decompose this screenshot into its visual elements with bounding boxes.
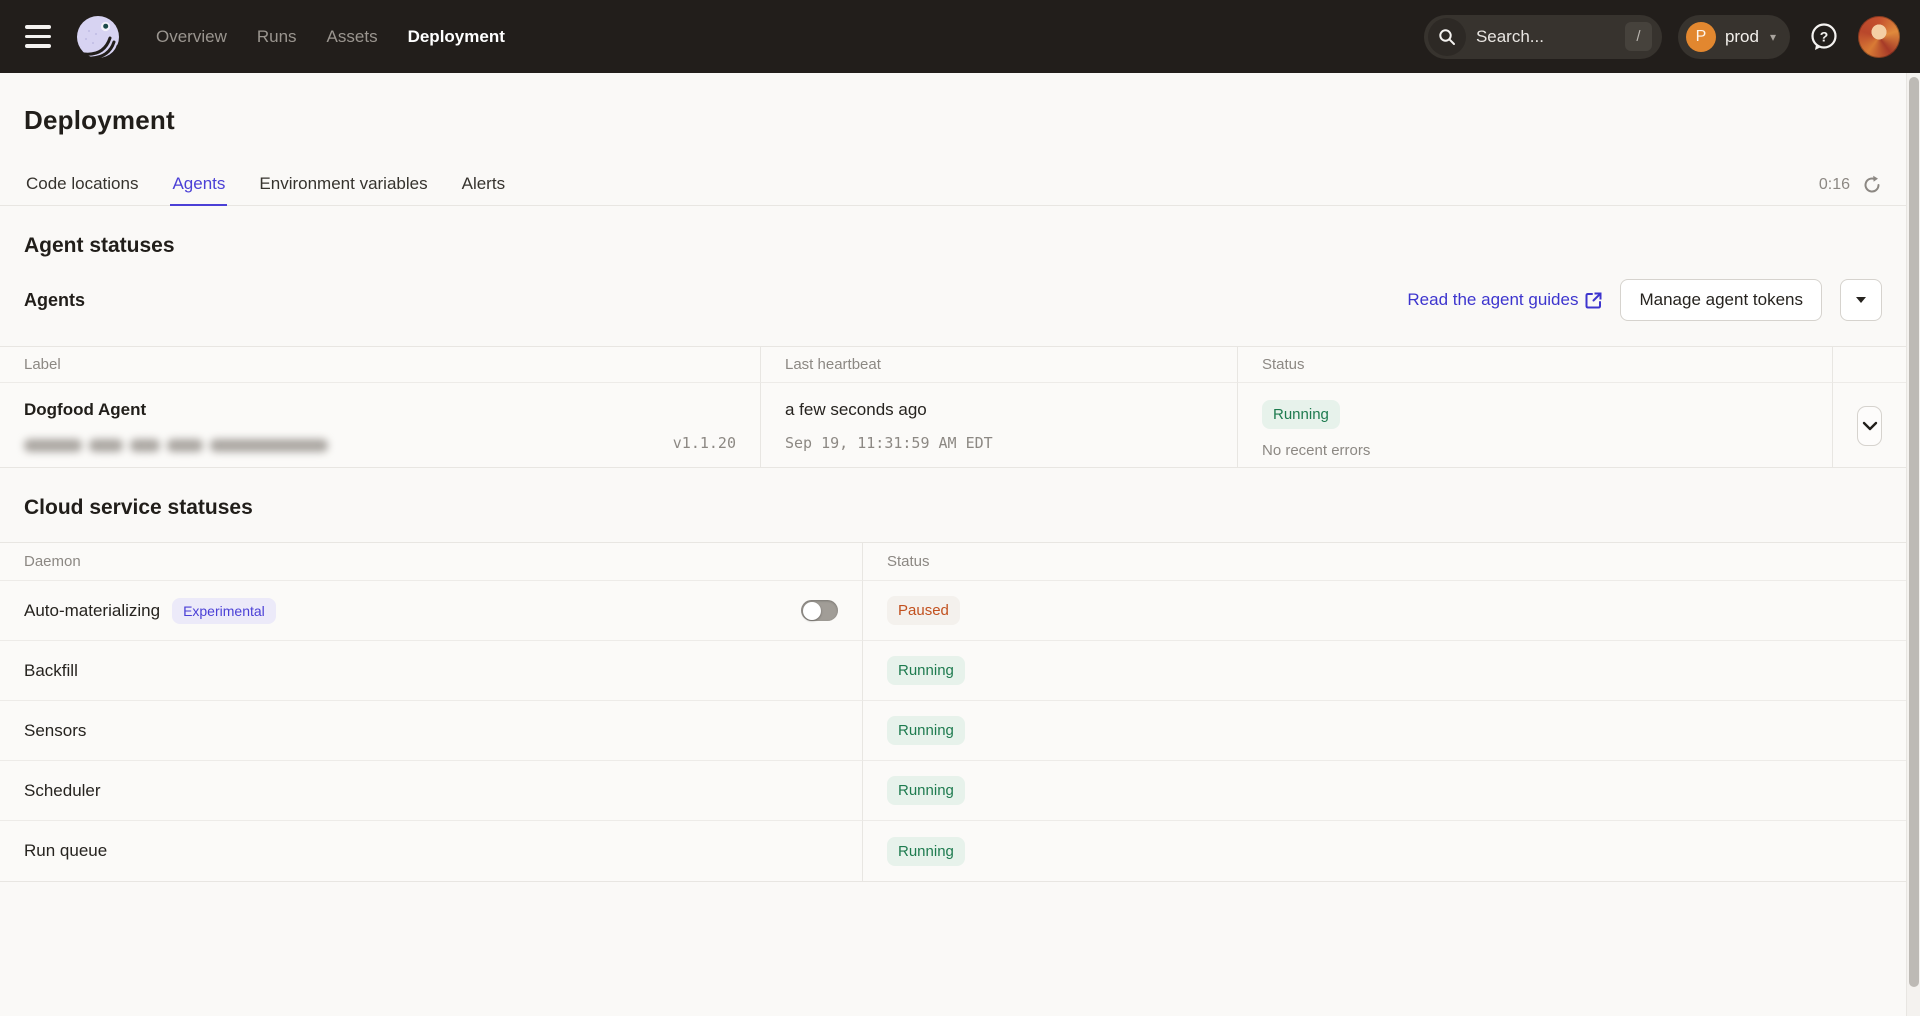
search-shortcut-badge: /	[1625, 22, 1652, 51]
agent-actions-dropdown-button[interactable]	[1840, 279, 1882, 321]
nav-deployment[interactable]: Deployment	[408, 27, 505, 47]
nav-overview[interactable]: Overview	[156, 27, 227, 47]
agent-statuses-heading: Agent statuses	[24, 234, 1906, 258]
cloud-service-statuses-heading: Cloud service statuses	[24, 496, 1906, 520]
agent-guides-link-label: Read the agent guides	[1407, 290, 1578, 310]
agent-guides-link[interactable]: Read the agent guides	[1407, 290, 1602, 310]
agents-table: Label Last heartbeat Status Dogfood Agen…	[0, 346, 1906, 468]
page-scrollbar[interactable]	[1906, 73, 1920, 1016]
auto-materializing-toggle[interactable]	[801, 600, 838, 621]
col-header-daemon-status: Status	[862, 543, 1906, 581]
daemon-status-cell: Running	[862, 701, 1906, 761]
search-icon	[1428, 18, 1466, 56]
cloud-services-table: Daemon Status Auto-materializing Experim…	[0, 542, 1906, 882]
refresh-countdown: 0:16	[1819, 176, 1850, 194]
deployment-page: Deployment Code locations Agents Environ…	[0, 73, 1906, 882]
top-nav: Overview Runs Assets Deployment Search..…	[0, 0, 1920, 73]
tab-environment-variables[interactable]: Environment variables	[257, 162, 429, 205]
primary-nav: Overview Runs Assets Deployment	[156, 27, 505, 47]
experimental-badge: Experimental	[172, 598, 276, 624]
agent-row-expand-button[interactable]	[1857, 406, 1882, 446]
user-avatar[interactable]	[1858, 16, 1900, 58]
search-input[interactable]: Search... /	[1424, 15, 1662, 59]
agent-name: Dogfood Agent	[24, 400, 736, 420]
paused-status-badge: Paused	[887, 596, 960, 625]
help-icon[interactable]: ?	[1806, 19, 1842, 55]
daemon-status-cell: Paused	[862, 581, 1906, 641]
daemon-row-auto-materializing: Auto-materializing Experimental	[0, 581, 862, 641]
col-header-daemon: Daemon	[0, 543, 862, 581]
daemon-name: Auto-materializing	[24, 601, 160, 621]
hamburger-menu-icon[interactable]	[18, 17, 58, 57]
heartbeat-timestamp: Sep 19, 11:31:59 AM EDT	[785, 434, 1213, 452]
agent-status-note: No recent errors	[1262, 442, 1808, 459]
col-header-actions	[1832, 347, 1906, 383]
col-header-label: Label	[0, 347, 760, 383]
refresh-icon[interactable]	[1862, 175, 1882, 195]
daemon-name: Scheduler	[24, 781, 101, 801]
daemon-status-cell: Running	[862, 821, 1906, 881]
tab-code-locations[interactable]: Code locations	[24, 162, 140, 205]
running-status-badge: Running	[887, 656, 965, 685]
heartbeat-relative: a few seconds ago	[785, 400, 1213, 420]
daemon-row-scheduler: Scheduler	[0, 761, 862, 821]
page-title: Deployment	[0, 73, 1906, 136]
tab-alerts[interactable]: Alerts	[460, 162, 507, 205]
daemon-row-backfill: Backfill	[0, 641, 862, 701]
nav-assets[interactable]: Assets	[327, 27, 378, 47]
running-status-badge: Running	[887, 776, 965, 805]
daemon-name: Backfill	[24, 661, 78, 681]
agent-heartbeat-cell: a few seconds ago Sep 19, 11:31:59 AM ED…	[760, 383, 1237, 467]
dagster-logo-icon[interactable]	[74, 13, 122, 61]
org-initial-badge: P	[1686, 22, 1716, 52]
chevron-down-icon	[1862, 421, 1878, 431]
daemon-name: Run queue	[24, 841, 107, 861]
daemon-status-cell: Running	[862, 641, 1906, 701]
agent-row-actions-cell	[1832, 383, 1906, 467]
agent-version: v1.1.20	[673, 434, 736, 452]
search-placeholder: Search...	[1476, 27, 1625, 47]
deployment-tabs: Code locations Agents Environment variab…	[0, 162, 1906, 206]
col-header-status: Status	[1237, 347, 1832, 383]
org-switcher[interactable]: P prod ▾	[1678, 15, 1790, 59]
agent-label-cell: Dogfood Agent v1.1.20	[0, 383, 760, 467]
running-status-badge: Running	[887, 837, 965, 866]
agents-table-title: Agents	[24, 290, 85, 311]
agent-status-badge: Running	[1262, 400, 1340, 429]
scrollbar-thumb[interactable]	[1909, 77, 1919, 987]
daemon-row-sensors: Sensors	[0, 701, 862, 761]
org-name: prod	[1725, 27, 1759, 47]
nav-runs[interactable]: Runs	[257, 27, 297, 47]
tab-agents[interactable]: Agents	[170, 162, 227, 205]
daemon-name: Sensors	[24, 721, 86, 741]
external-link-icon	[1585, 292, 1602, 309]
col-header-last-heartbeat: Last heartbeat	[760, 347, 1237, 383]
manage-agent-tokens-button[interactable]: Manage agent tokens	[1620, 279, 1822, 321]
daemon-row-run-queue: Run queue	[0, 821, 862, 881]
chevron-down-icon: ▾	[1770, 30, 1776, 44]
agent-status-cell: Running No recent errors	[1237, 383, 1832, 467]
daemon-status-cell: Running	[862, 761, 1906, 821]
caret-down-icon	[1856, 297, 1866, 303]
svg-text:?: ?	[1820, 28, 1829, 44]
running-status-badge: Running	[887, 716, 965, 745]
agent-id-redacted	[24, 439, 328, 452]
